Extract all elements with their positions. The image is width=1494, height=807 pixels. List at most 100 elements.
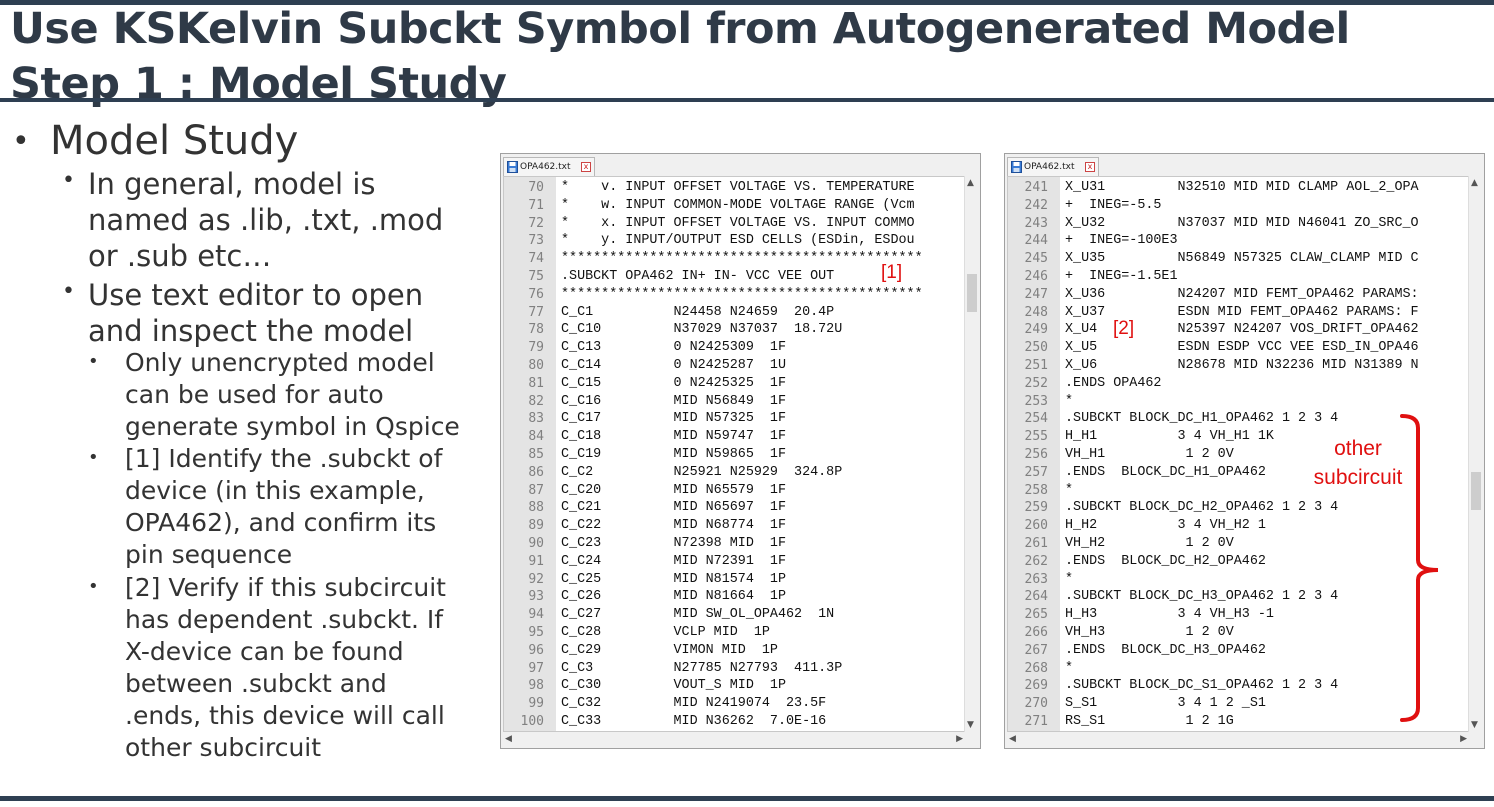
- code-line: *: [1065, 482, 1074, 498]
- bullet-dot: •: [12, 124, 30, 159]
- bullet-level3-line: device (in this example,: [125, 476, 425, 505]
- bullet-level3-line: OPA462), and confirm its: [125, 508, 437, 537]
- line-number: 86: [528, 464, 544, 480]
- line-number: 85: [528, 447, 544, 462]
- line-number: 81: [528, 375, 544, 391]
- scroll-up-icon[interactable]: ▲: [967, 178, 974, 188]
- scrollbar-thumb[interactable]: [967, 274, 977, 312]
- line-number: 269: [1024, 678, 1048, 694]
- bullet-level3-line: Only unencrypted model: [125, 348, 435, 377]
- scroll-right-icon[interactable]: ▶: [1460, 734, 1467, 744]
- line-number: 252: [1024, 375, 1048, 391]
- code-line: *: [1065, 571, 1074, 587]
- annotation-2: [2]: [1113, 318, 1135, 339]
- file-tab[interactable]: OPA462.txt x: [1007, 157, 1099, 176]
- file-tab[interactable]: OPA462.txt x: [503, 157, 595, 176]
- scroll-down-icon[interactable]: ▼: [1471, 720, 1478, 730]
- brace-label-line2: subcircuit: [1313, 466, 1403, 489]
- line-number: 244: [1024, 233, 1048, 249]
- line-number: 94: [528, 607, 544, 623]
- file-tab-label: OPA462.txt: [1024, 162, 1075, 172]
- line-number: 254: [1024, 411, 1048, 427]
- close-tab-icon[interactable]: x: [581, 162, 591, 172]
- code-area[interactable]: 70 * v. INPUT OFFSET VOLTAGE VS. TEMPERAT…: [503, 176, 965, 732]
- code-line: C_C1 N24458 N24659 20.4P: [561, 304, 835, 320]
- bullet-dot: •: [88, 447, 99, 468]
- line-number: 250: [1024, 340, 1048, 356]
- code-line: C_C32 MID N2419074 23.5F: [561, 696, 827, 712]
- line-number: 93: [528, 589, 544, 605]
- close-tab-icon[interactable]: x: [1085, 162, 1095, 172]
- code-line: S_S1 3 4 1 2 _S1: [1065, 696, 1266, 712]
- line-number: 268: [1024, 660, 1048, 676]
- line-number: 80: [528, 358, 544, 373]
- line-number: 76: [528, 286, 544, 302]
- line-number: 73: [528, 233, 544, 249]
- bullet-level1: Model Study: [50, 118, 299, 164]
- code-line: .ENDS BLOCK_DC_H3_OPA462: [1065, 642, 1266, 658]
- code-line: * x. INPUT OFFSET VOLTAGE VS. INPUT COMM…: [561, 215, 915, 231]
- code-line: *: [1065, 660, 1074, 676]
- line-number: 74: [528, 251, 544, 267]
- code-line: C_C14 0 N2425287 1U: [561, 358, 786, 373]
- line-number: 98: [528, 678, 544, 694]
- code-line: ****************************************…: [561, 286, 923, 302]
- line-number: 258: [1024, 482, 1048, 498]
- line-number: 248: [1024, 304, 1048, 320]
- scroll-left-icon[interactable]: ◀: [505, 734, 512, 744]
- line-number: 77: [528, 304, 544, 320]
- code-line: VH_H2 1 2 0V: [1065, 536, 1234, 551]
- tab-bar: OPA462.txt x: [501, 154, 980, 176]
- code-line: H_H3 3 4 VH_H3 -1: [1065, 607, 1274, 623]
- line-number: 267: [1024, 642, 1048, 658]
- code-line: C_C13 0 N2425309 1F: [561, 340, 786, 356]
- bullet-dot: •: [88, 351, 99, 372]
- title-underline: [0, 98, 1494, 102]
- code-line: C_C3 N27785 N27793 411.3P: [561, 660, 843, 676]
- bullet-level3-line: X-device can be found: [125, 637, 404, 666]
- line-number: 72: [528, 215, 544, 231]
- code-line: X_U36 N24207 MID FEMT_OPA462 PARAMS:: [1065, 286, 1419, 302]
- bullet-level2-line: Use text editor to open: [88, 278, 424, 312]
- bullet-level3-line: [1] Identify the .subckt of: [125, 444, 443, 473]
- code-line: C_C27 MID SW_OL_OPA462 1N: [561, 607, 835, 623]
- horizontal-scrollbar[interactable]: ◀ ▶: [1007, 732, 1483, 746]
- bullet-level3-line: other subcircuit: [125, 733, 322, 762]
- line-number: 261: [1024, 536, 1048, 551]
- line-number: 270: [1024, 696, 1048, 712]
- code-line: C_C10 N37029 N37037 18.72U: [561, 322, 843, 338]
- annotation-1: [1]: [881, 262, 903, 283]
- code-line: X_U31 N32510 MID MID CLAMP AOL_2_OPA: [1065, 180, 1419, 195]
- scroll-right-icon[interactable]: ▶: [956, 734, 963, 744]
- code-line: X_U5 ESDN ESDP VCC VEE ESD_IN_OPA46: [1065, 340, 1419, 356]
- code-line: .ENDS OPA462: [1065, 375, 1162, 391]
- horizontal-scrollbar[interactable]: ◀ ▶: [503, 732, 979, 746]
- code-line: C_C17 MID N57325 1F: [561, 411, 786, 427]
- curly-brace-icon: [1400, 414, 1439, 722]
- vertical-scrollbar[interactable]: ▲ ▼: [964, 176, 979, 732]
- bullet-level3-line: generate symbol in Qspice: [125, 412, 460, 441]
- bottom-accent-bar: [0, 796, 1494, 801]
- line-number: 246: [1024, 269, 1048, 284]
- vertical-scrollbar[interactable]: ▲ ▼: [1468, 176, 1483, 732]
- scrollbar-thumb[interactable]: [1471, 472, 1481, 510]
- scroll-up-icon[interactable]: ▲: [1471, 178, 1478, 188]
- code-line: .ENDS BLOCK_DC_H2_OPA462: [1065, 553, 1266, 569]
- line-number: 253: [1024, 393, 1048, 409]
- line-number: 257: [1024, 464, 1048, 480]
- code-line: C_C15 0 N2425325 1F: [561, 375, 786, 391]
- code-line: X_U32 N37037 MID MID N46041 ZO_SRC_O: [1065, 215, 1419, 231]
- code-line: + INEG=-100E3: [1065, 233, 1178, 249]
- code-line: VH_H3 1 2 0V: [1065, 625, 1234, 640]
- code-line: C_C19 MID N59865 1F: [561, 447, 786, 462]
- line-number: 100: [520, 714, 544, 729]
- code-line: .SUBCKT OPA462 IN+ IN- VCC VEE OUT: [561, 269, 835, 284]
- code-line: C_C23 N72398 MID 1F: [561, 536, 786, 551]
- scroll-left-icon[interactable]: ◀: [1009, 734, 1016, 744]
- bullet-level3-line: between .subckt and: [125, 669, 387, 698]
- line-number: 271: [1024, 714, 1048, 729]
- bullet-level3-line: has dependent .subckt. If: [125, 605, 444, 634]
- bullet-level3-line: can be used for auto: [125, 380, 384, 409]
- line-number: 265: [1024, 607, 1048, 623]
- scroll-down-icon[interactable]: ▼: [967, 720, 974, 730]
